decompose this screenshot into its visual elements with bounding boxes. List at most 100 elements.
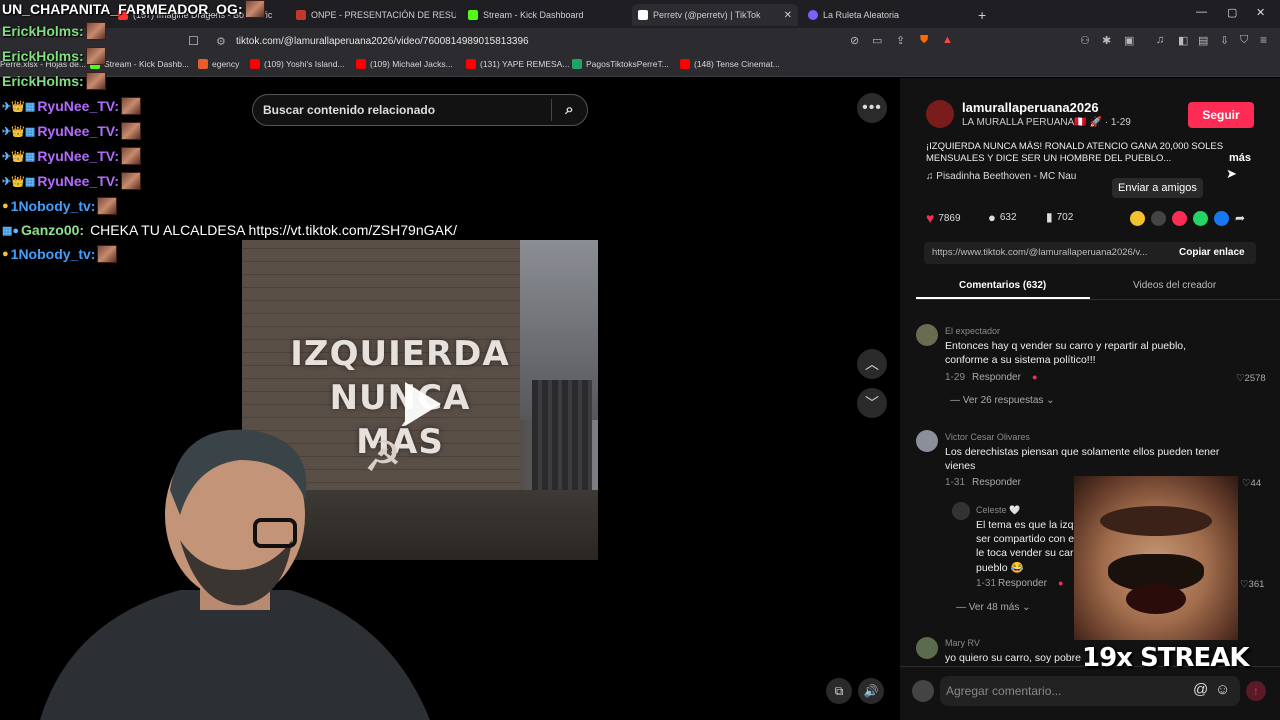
follow-button[interactable]: Seguir (1188, 102, 1254, 128)
no-eye-icon[interactable]: ⊘ (850, 34, 859, 47)
share-row: ➦ (1130, 211, 1245, 226)
youtube-icon (680, 59, 690, 69)
comment-author[interactable]: Victor Cesar Olivares (945, 432, 1030, 442)
whatsapp-icon[interactable] (1193, 211, 1208, 226)
comment-avatar[interactable] (916, 430, 938, 452)
reply-button[interactable]: Responder (998, 578, 1047, 589)
like-stat[interactable]: ♥ 7869 (926, 210, 961, 226)
comment-avatar[interactable] (952, 502, 970, 520)
video-link[interactable]: https://www.tiktok.com/@lamurallaperuana… (932, 247, 1147, 258)
creator-avatar[interactable] (926, 100, 954, 128)
search-placeholder: Buscar contenido relacionado (263, 103, 436, 117)
comment-avatar[interactable] (916, 324, 938, 346)
comment-stat[interactable]: ● 632 (988, 210, 1017, 225)
emoji-icon[interactable]: ☺ (1215, 681, 1230, 698)
comment-placeholder: Agregar comentario... (946, 684, 1062, 698)
rewards-icon[interactable]: ▲ (942, 34, 953, 46)
creator-username[interactable]: lamurallaperuana2026 (962, 100, 1099, 115)
tab-tiktok[interactable]: Perretv (@perretv) | TikTok ✕ (632, 4, 798, 26)
chat-username: RyuNee_TV: (37, 98, 120, 114)
tab-comments[interactable]: Comentarios (632) (959, 280, 1046, 291)
minimize-icon[interactable]: — (1196, 6, 1207, 18)
bookmark-item[interactable]: egency (198, 59, 239, 69)
music-row[interactable]: ♫ Pisadinha Beethoven - MC Nau (926, 171, 1076, 182)
download-icon[interactable]: ⇩ (1220, 34, 1229, 47)
mention-icon[interactable]: @ (1193, 681, 1208, 698)
copy-link-button[interactable]: Copiar enlace (1179, 247, 1245, 258)
emote-icon (97, 245, 118, 263)
chat-message: CHEKA TU ALCALDESA https://vt.tiktok.com… (90, 222, 458, 238)
reply-button[interactable]: Responder (972, 372, 1021, 383)
prev-video-icon[interactable]: ︿ (857, 349, 887, 379)
close-window-icon[interactable]: ✕ (1256, 6, 1265, 19)
comment-like[interactable]: ♡361 (1240, 579, 1264, 590)
more-options-icon[interactable]: ••• (857, 93, 887, 123)
url-input[interactable]: tiktok.com/@lamurallaperuana2026/video/7… (236, 36, 529, 47)
comment-author[interactable]: Celeste 🤍 (976, 505, 1020, 516)
view-more-label: Ver 48 más (968, 602, 1020, 613)
next-video-icon[interactable]: ﹀ (857, 388, 887, 418)
bookmark-label: PagosTiktoksPerreT... (586, 59, 669, 69)
send-friends-icon[interactable] (1172, 211, 1187, 226)
reply-button[interactable]: Responder (972, 477, 1021, 488)
chat-line: ✈👑▦ RyuNee_TV: (2, 97, 142, 115)
share-arrow-icon[interactable]: ➦ (1235, 211, 1245, 226)
chat-username: RyuNee_TV: (37, 123, 120, 139)
bookmark-item[interactable]: (109) Michael Jacks... (356, 59, 453, 69)
emote-icon (244, 0, 265, 18)
share-icon[interactable]: ⇪ (896, 34, 905, 47)
chat-line: ErickHolms: (2, 47, 106, 65)
tab-kick-dashboard[interactable]: Stream - Kick Dashboard (468, 4, 628, 26)
view-replies[interactable]: — Ver 26 respuestas ⌄ (950, 395, 1055, 406)
facebook-icon[interactable] (1214, 211, 1229, 226)
volume-icon[interactable]: 🔊 (858, 678, 884, 704)
music-icon[interactable]: ♫ (1156, 34, 1164, 46)
comment-text: Entonces hay q vender su carro y reparti… (945, 340, 1187, 352)
emote-icon (121, 97, 142, 115)
bookmark-item[interactable]: PagosTiktoksPerreT... (572, 59, 669, 69)
bookmark-item[interactable]: (109) Yoshi's Island... (250, 59, 345, 69)
meme-mouth (1126, 584, 1186, 614)
maximize-icon[interactable]: ▢ (1227, 6, 1237, 19)
chat-line: ✈👑▦ RyuNee_TV: (2, 122, 142, 140)
tab-label: ONPE - PRESENTACIÓN DE RESULTA... (311, 10, 456, 20)
tab-ruleta[interactable]: La Ruleta Aleatoria (808, 4, 968, 26)
embed-icon[interactable] (1151, 211, 1166, 226)
extension-icon[interactable]: ⚇ (1080, 34, 1090, 47)
menu-icon[interactable]: ≡ (1260, 33, 1267, 47)
puzzle-icon[interactable]: ✱ (1102, 34, 1111, 47)
site-info-icon[interactable]: ⚙ (216, 35, 226, 48)
bookmark-icon[interactable]: ☐ (188, 34, 199, 48)
chat-badges: ✈👑▦ (2, 125, 36, 138)
view-more-replies[interactable]: — Ver 48 más ⌄ (956, 602, 1031, 613)
save-stat[interactable]: ▮ 702 (1046, 210, 1073, 224)
send-comment-icon[interactable]: ↑ (1246, 681, 1266, 701)
new-tab-icon[interactable]: + (978, 4, 986, 26)
comment-like[interactable]: ♡44 (1242, 478, 1261, 489)
tab-onpe[interactable]: ONPE - PRESENTACIÓN DE RESULTA... (296, 4, 456, 26)
comment-icon: ● (988, 210, 996, 225)
wallet-icon[interactable]: ▤ (1198, 34, 1208, 47)
comment-author[interactable]: Mary RV (945, 638, 980, 648)
search-input[interactable]: Buscar contenido relacionado ⌕ (252, 94, 588, 126)
music-note-icon: ♫ (926, 171, 934, 182)
comment-author[interactable]: El expectador (945, 326, 1000, 336)
sidebar-icon[interactable]: ◧ (1178, 34, 1188, 47)
bookmark-item[interactable]: (131) YAPE REMESA... (466, 59, 569, 69)
pip-icon[interactable]: ⧉ (826, 678, 852, 704)
coin-icon[interactable] (1130, 211, 1145, 226)
video-description-line2: MENSUALES Y DICE SER UN HOMBRE DEL PUEBL… (926, 153, 1172, 164)
screenshot-icon[interactable]: ▣ (1124, 34, 1134, 47)
chat-username: RyuNee_TV: (37, 173, 120, 189)
comment-input[interactable]: Agregar comentario... @ ☺ (940, 676, 1240, 706)
comment-avatar[interactable] (916, 637, 938, 659)
comment-like[interactable]: ♡2578 (1236, 373, 1266, 384)
close-tab-icon[interactable]: ✕ (784, 10, 792, 21)
search-icon[interactable]: ⌕ (551, 99, 587, 121)
vpn-icon[interactable]: ⛉ (1240, 34, 1248, 47)
cast-icon[interactable]: ▭ (872, 34, 882, 47)
brave-shield-icon[interactable]: ⛊ (920, 34, 928, 47)
bookmark-item[interactable]: (148) Tense Cinemat... (680, 59, 780, 69)
more-link[interactable]: más (1229, 152, 1251, 164)
tab-creator-videos[interactable]: Videos del creador (1133, 280, 1216, 291)
